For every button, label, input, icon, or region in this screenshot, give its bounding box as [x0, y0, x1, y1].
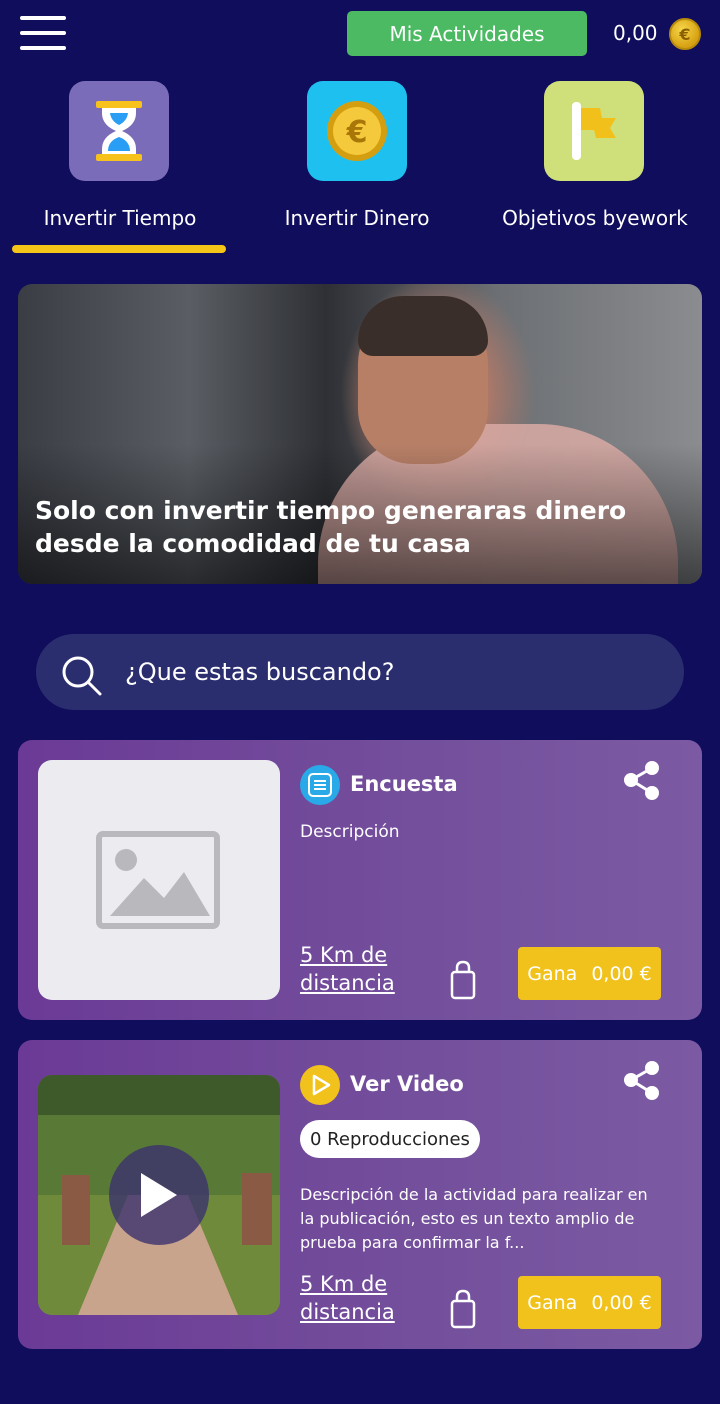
tab-objetivos-byework[interactable]: [544, 81, 644, 181]
mis-actividades-button[interactable]: Mis Actividades: [347, 11, 587, 56]
coin-icon: €: [669, 18, 701, 50]
balance-value: 0,00: [613, 21, 658, 45]
menu-icon[interactable]: [20, 16, 66, 52]
activity-description: Descripción de la actividad para realiza…: [300, 1185, 648, 1252]
search-bar[interactable]: [36, 634, 684, 710]
tab-invertir-dinero-label: Invertir Dinero: [284, 206, 430, 230]
tab-invertir-tiempo[interactable]: [69, 81, 169, 181]
share-icon[interactable]: [622, 760, 662, 800]
tab-invertir-tiempo-label: Invertir Tiempo: [43, 206, 197, 230]
search-input[interactable]: [125, 654, 625, 690]
tab-objetivos-byework-label: Objetivos byework: [502, 206, 688, 230]
play-icon: [141, 1173, 177, 1217]
play-button[interactable]: [109, 1145, 209, 1245]
views-badge: 0 Reproducciones: [300, 1120, 480, 1158]
earn-button[interactable]: Gana 0,00 €: [518, 947, 661, 1000]
shopping-bag-icon[interactable]: [450, 1289, 476, 1329]
svg-text:€: €: [346, 115, 368, 150]
hourglass-icon: [96, 101, 142, 161]
distance-link[interactable]: 5 Km de distancia: [300, 1270, 395, 1326]
promo-banner[interactable]: Solo con invertir tiempo generaras diner…: [18, 284, 702, 584]
video-thumbnail[interactable]: [38, 1075, 280, 1315]
activity-card-ver-video[interactable]: Ver Video 0 Reproducciones Descripción d…: [18, 1040, 702, 1349]
activity-description: Descripción: [300, 822, 400, 842]
distance-link[interactable]: 5 Km de distancia: [300, 941, 395, 997]
share-icon[interactable]: [622, 1060, 662, 1100]
list-icon: [300, 765, 340, 805]
activity-card-encuesta[interactable]: Encuesta Descripción 5 Km de distancia G…: [18, 740, 702, 1020]
activity-title: Ver Video: [350, 1072, 464, 1096]
active-tab-indicator: [12, 245, 226, 253]
earn-button[interactable]: Gana 0,00 €: [518, 1276, 661, 1329]
flag-icon: [572, 102, 616, 160]
search-icon: [62, 656, 102, 696]
shopping-bag-icon[interactable]: [450, 960, 476, 1000]
video-type-icon: [300, 1065, 340, 1105]
activity-title: Encuesta: [350, 772, 458, 796]
tab-invertir-dinero[interactable]: €: [307, 81, 407, 181]
image-placeholder: [38, 760, 280, 1000]
euro-coin-icon: €: [327, 101, 387, 161]
image-placeholder-icon: [96, 831, 220, 929]
banner-text: Solo con invertir tiempo generaras diner…: [35, 496, 627, 558]
